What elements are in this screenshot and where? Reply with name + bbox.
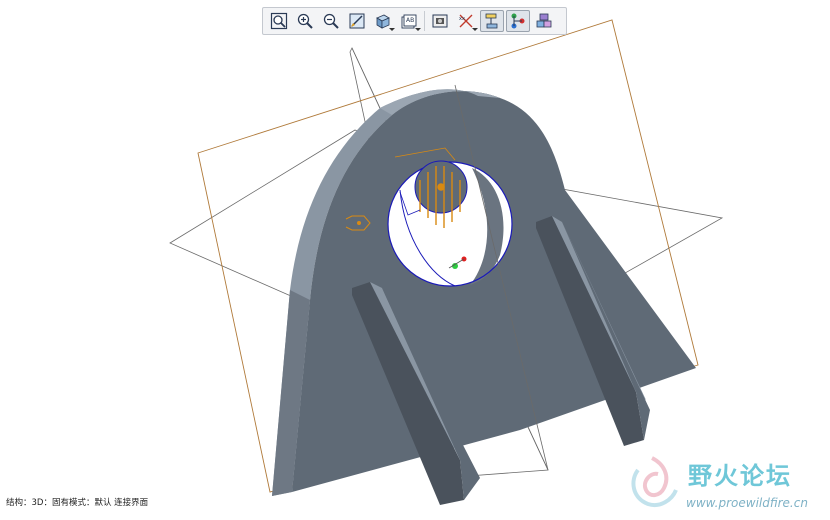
zoom-in-button[interactable] — [293, 10, 317, 32]
refit-button[interactable] — [267, 10, 291, 32]
datum-display-button[interactable]: xx — [454, 10, 478, 32]
svg-text:AB: AB — [406, 17, 414, 24]
repaint-icon — [349, 13, 365, 29]
component-display-button[interactable] — [480, 10, 504, 32]
zoom-in-icon — [297, 13, 313, 29]
spin-center-icon — [536, 13, 552, 28]
refit-icon — [270, 12, 288, 30]
watermark-logo-icon — [631, 456, 678, 507]
watermark-url: www.proewildfire.cn — [686, 496, 808, 510]
view-manager-icon — [432, 14, 448, 28]
watermark-title: 野火论坛 — [688, 462, 792, 490]
chevron-down-icon — [415, 28, 421, 31]
chevron-down-icon — [472, 28, 478, 31]
status-bar-text: 结构：3D：固有模式：默认 连接界面 — [6, 498, 149, 508]
zoom-out-button[interactable] — [319, 10, 343, 32]
zoom-out-icon — [323, 13, 339, 29]
spin-center-button[interactable] — [532, 10, 556, 32]
watermark: 野火论坛 www.proewildfire.cn — [620, 448, 825, 516]
chevron-down-icon — [389, 28, 395, 31]
repaint-button[interactable] — [345, 10, 369, 32]
display-style-button[interactable] — [371, 10, 395, 32]
model-viewport[interactable] — [0, 0, 830, 520]
connection-display-button[interactable] — [506, 10, 530, 32]
toolbar-separator — [424, 11, 425, 31]
connection-display-icon — [511, 13, 525, 29]
component-display-icon — [485, 13, 498, 29]
svg-text:xx: xx — [459, 16, 465, 22]
view-manager-button[interactable] — [428, 10, 452, 32]
saved-views-button[interactable]: AB — [397, 10, 421, 32]
view-toolbar: AB xx — [262, 7, 567, 35]
